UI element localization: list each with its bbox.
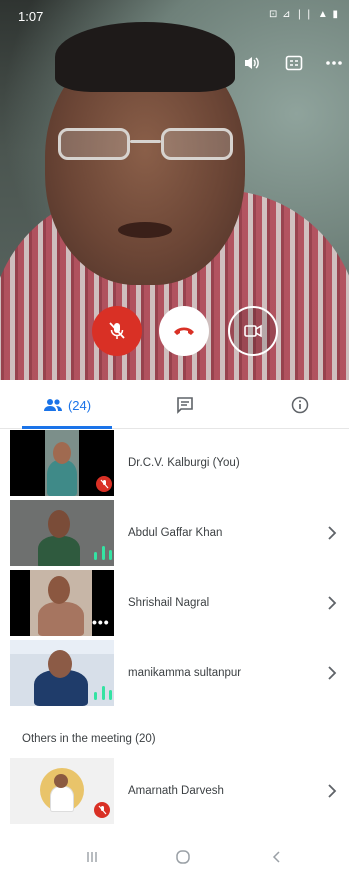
more-vert-icon[interactable] bbox=[321, 50, 347, 76]
participant-thumbnail bbox=[10, 758, 114, 824]
participant-name: Dr.C.V. Kalburgi (You) bbox=[128, 457, 240, 469]
info-icon bbox=[291, 396, 309, 414]
people-icon bbox=[43, 399, 62, 411]
participant-name: Abdul Gaffar Khan bbox=[128, 527, 223, 539]
camera-switch-button[interactable] bbox=[228, 306, 278, 356]
camera-switch-icon bbox=[244, 324, 262, 338]
status-bar: 1:07 ⊡ ⊿ ❘❘ ▲ ▮ bbox=[0, 0, 349, 30]
participant-name: manikamma sultanpur bbox=[128, 667, 242, 679]
participant-row[interactable]: Amarnath Darvesh bbox=[0, 758, 349, 825]
home-icon[interactable] bbox=[173, 848, 193, 866]
chevron-right-icon[interactable] bbox=[325, 665, 339, 681]
captions-icon[interactable] bbox=[281, 50, 307, 76]
system-nav-bar bbox=[0, 842, 349, 871]
speaker-mouth bbox=[118, 222, 172, 238]
people-count: (24) bbox=[67, 397, 92, 413]
speaker-glasses bbox=[58, 128, 233, 162]
tab-info[interactable] bbox=[280, 381, 320, 429]
chat-icon bbox=[177, 397, 193, 414]
mic-off-icon bbox=[109, 322, 125, 339]
chevron-right-icon[interactable] bbox=[325, 525, 339, 541]
chevron-right-icon[interactable] bbox=[325, 783, 339, 799]
participant-name: Amarnath Darvesh bbox=[128, 785, 224, 797]
recent-apps-icon[interactable] bbox=[82, 848, 102, 866]
status-time: 1:07 bbox=[18, 9, 44, 24]
system-status-icons: ⊡ ⊿ ❘❘ ▲ ▮ bbox=[268, 9, 339, 20]
participant-row[interactable]: manikamma sultanpur bbox=[0, 640, 349, 707]
speaker-icon[interactable] bbox=[239, 50, 265, 76]
active-tab-indicator bbox=[22, 426, 112, 429]
participant-thumbnail bbox=[10, 500, 114, 566]
mic-off-icon bbox=[94, 802, 110, 818]
main-video[interactable]: 1:07 ⊡ ⊿ ❘❘ ▲ ▮ bbox=[0, 0, 349, 380]
participant-row[interactable]: ••• Shrishail Nagral bbox=[0, 570, 349, 637]
call-end-icon bbox=[174, 327, 194, 335]
participant-row[interactable]: Abdul Gaffar Khan bbox=[0, 500, 349, 567]
mic-off-icon bbox=[96, 476, 112, 492]
audio-level-icon bbox=[94, 684, 112, 700]
participant-thumbnail bbox=[10, 640, 114, 706]
participant-thumbnail bbox=[10, 430, 114, 496]
tab-people[interactable]: (24) bbox=[22, 381, 112, 429]
mute-button[interactable] bbox=[92, 306, 142, 356]
participant-row[interactable]: Dr.C.V. Kalburgi (You) bbox=[0, 430, 349, 497]
tab-chat[interactable] bbox=[160, 381, 210, 429]
end-call-button[interactable] bbox=[159, 306, 209, 356]
back-icon[interactable] bbox=[266, 848, 286, 866]
participant-name: Shrishail Nagral bbox=[128, 597, 210, 609]
audio-level-icon bbox=[94, 544, 112, 560]
participant-thumbnail: ••• bbox=[10, 570, 114, 636]
chevron-right-icon[interactable] bbox=[325, 595, 339, 611]
more-horiz-icon: ••• bbox=[92, 614, 110, 630]
others-section-title: Others in the meeting (20) bbox=[22, 733, 156, 745]
tab-bar: (24) bbox=[0, 381, 349, 429]
call-controls bbox=[0, 306, 349, 362]
speaker-hair bbox=[55, 22, 235, 92]
